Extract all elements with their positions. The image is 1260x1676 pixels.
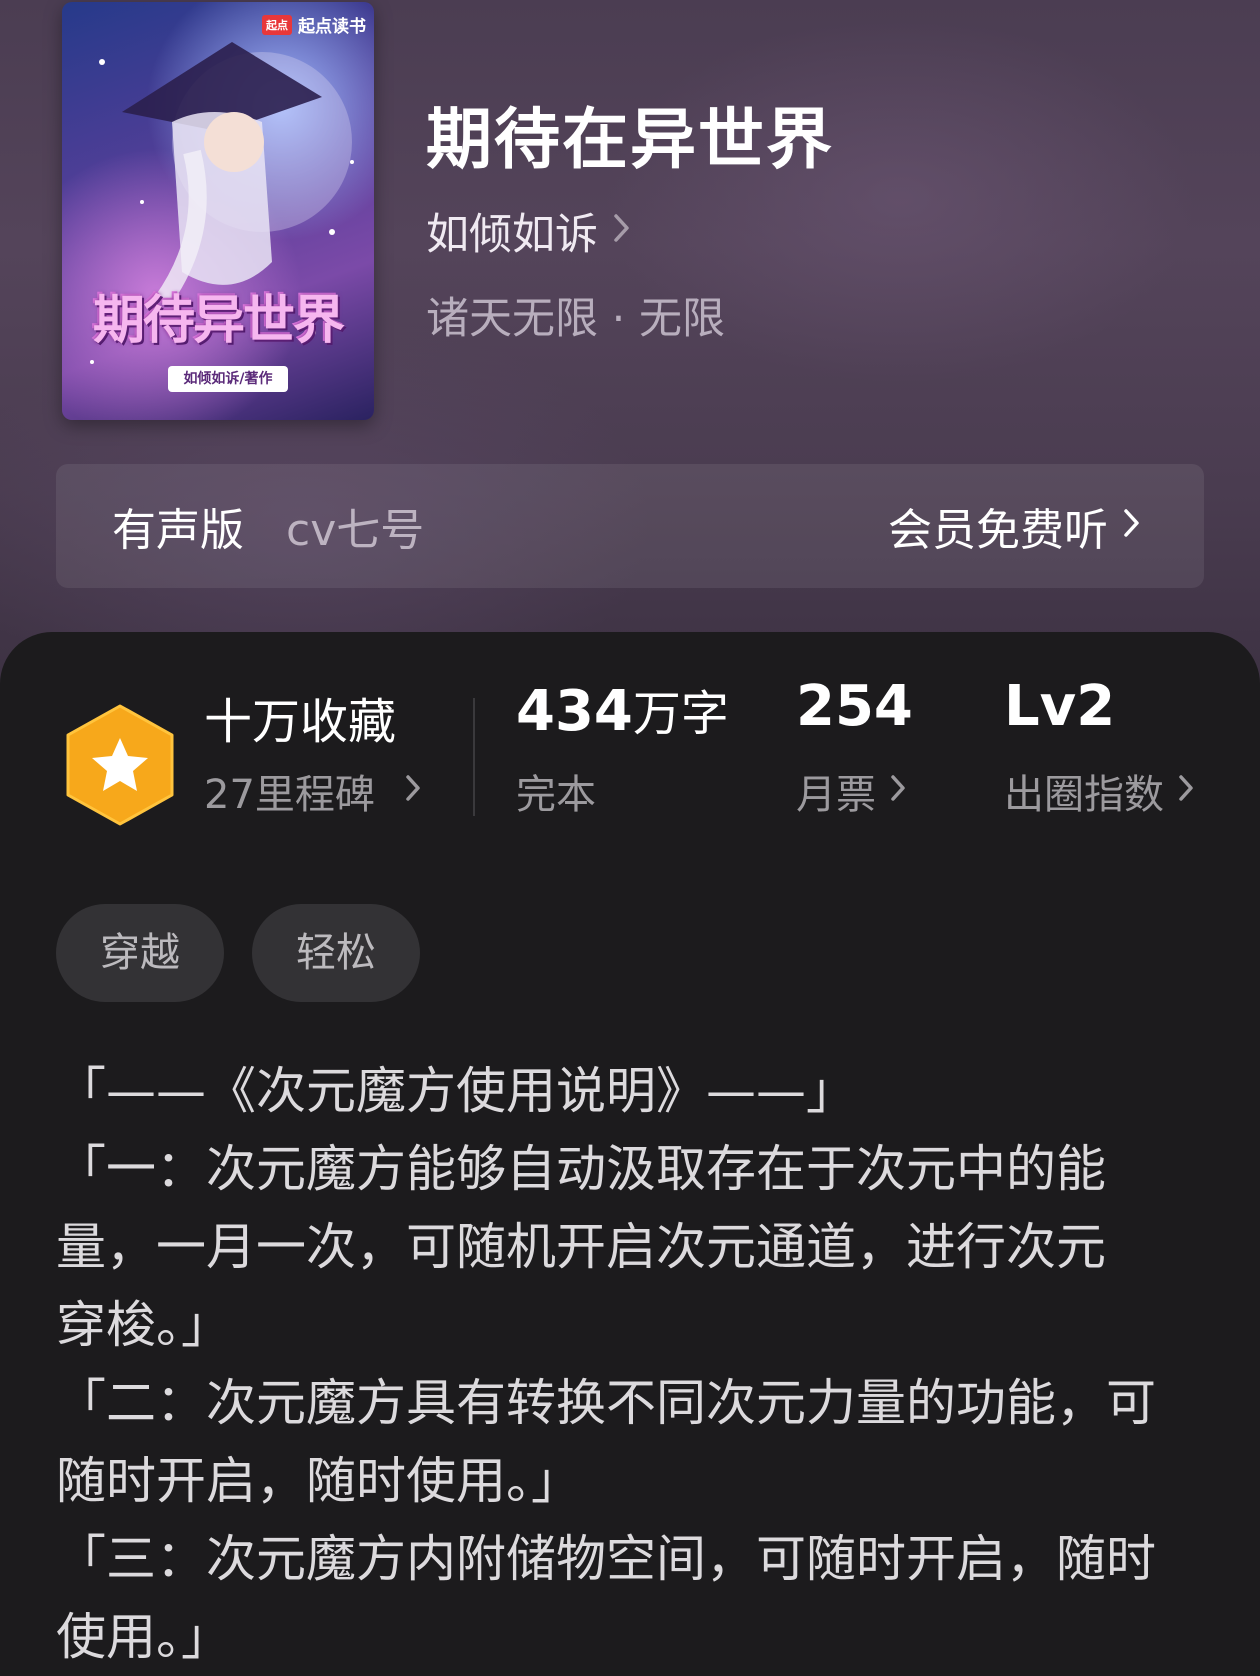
synopsis[interactable]: 「——《次元魔方使用说明》——」 「一：次元魔方能够自动汲取存在于次元中的能 量… bbox=[56, 1052, 1206, 1676]
cover-author-art: 如倾如诉/著作 bbox=[168, 366, 288, 392]
tag-chip[interactable]: 穿越 bbox=[56, 904, 224, 1002]
favorites-title: 十万收藏 bbox=[204, 694, 397, 750]
synopsis-line: 「三：次元魔方内附储物空间，可随时开启，随时 使用。」 bbox=[56, 1530, 1156, 1666]
chevron-right-icon bbox=[1178, 768, 1196, 814]
popularity-level-value: Lv2 bbox=[1004, 674, 1116, 739]
cover-title-art: 期待异世界 bbox=[92, 290, 345, 351]
chevron-right-icon bbox=[1122, 501, 1142, 552]
audio-narrator: cv七号 bbox=[286, 505, 425, 556]
chevron-right-icon bbox=[890, 768, 908, 814]
milestones-label: 27里程碑 bbox=[204, 772, 375, 818]
cover-brand: 起点 起点读书 bbox=[262, 12, 366, 37]
book-cover[interactable]: 起点 起点读书 期待异世界 如倾如诉/著作 bbox=[62, 2, 374, 420]
stats-divider bbox=[473, 698, 475, 816]
synopsis-line: 「二：次元魔方具有转换不同次元力量的功能，可 随时开启，随时使用。」 bbox=[56, 1374, 1156, 1510]
cover-brand-text: 起点读书 bbox=[298, 17, 366, 37]
chevron-right-icon bbox=[405, 768, 423, 814]
milestones-link[interactable]: 27里程碑 bbox=[204, 762, 423, 820]
member-free-listen-label: 会员免费听 bbox=[888, 505, 1108, 556]
chevron-right-icon bbox=[612, 206, 632, 256]
author-link[interactable]: 如倾如诉 bbox=[426, 200, 632, 262]
word-count-number: 434 bbox=[516, 679, 633, 744]
popularity-index-label: 出圈指数 bbox=[1004, 772, 1164, 818]
monthly-votes-number: 254 bbox=[796, 674, 913, 739]
book-title: 期待在异世界 bbox=[426, 100, 834, 178]
completion-status: 完本 bbox=[516, 772, 596, 818]
tag-chip[interactable]: 轻松 bbox=[252, 904, 420, 1002]
book-detail-panel: 十万收藏 27里程碑 434万字 完本 254 月票 Lv2 出圈指数 穿越 轻… bbox=[0, 632, 1260, 1674]
monthly-votes: 254 bbox=[796, 674, 913, 739]
synopsis-line: 「——《次元魔方使用说明》——」 bbox=[56, 1062, 856, 1120]
favorites-badge-icon bbox=[62, 702, 178, 832]
word-count-unit: 万字 bbox=[632, 686, 729, 742]
cover-brand-mark: 起点 bbox=[262, 14, 292, 35]
popularity-index-link[interactable]: 出圈指数 bbox=[1004, 762, 1196, 820]
monthly-votes-link[interactable]: 月票 bbox=[796, 762, 908, 820]
popularity-level: Lv2 bbox=[1004, 674, 1115, 739]
synopsis-line: 「一：次元魔方能够自动汲取存在于次元中的能 量，一月一次，可随机开启次元通道，进… bbox=[56, 1140, 1106, 1354]
member-free-listen-button[interactable]: 会员免费听 bbox=[888, 494, 1142, 558]
monthly-votes-label: 月票 bbox=[796, 772, 876, 818]
audio-version-bar[interactable]: 有声版 cv七号 会员免费听 bbox=[56, 464, 1204, 588]
audio-label: 有声版 bbox=[112, 505, 244, 556]
author-name: 如倾如诉 bbox=[426, 210, 598, 260]
cover-illustration bbox=[90, 42, 354, 364]
genre-label[interactable]: 诸天无限 · 无限 bbox=[426, 284, 725, 346]
word-count: 434万字 bbox=[516, 674, 729, 744]
